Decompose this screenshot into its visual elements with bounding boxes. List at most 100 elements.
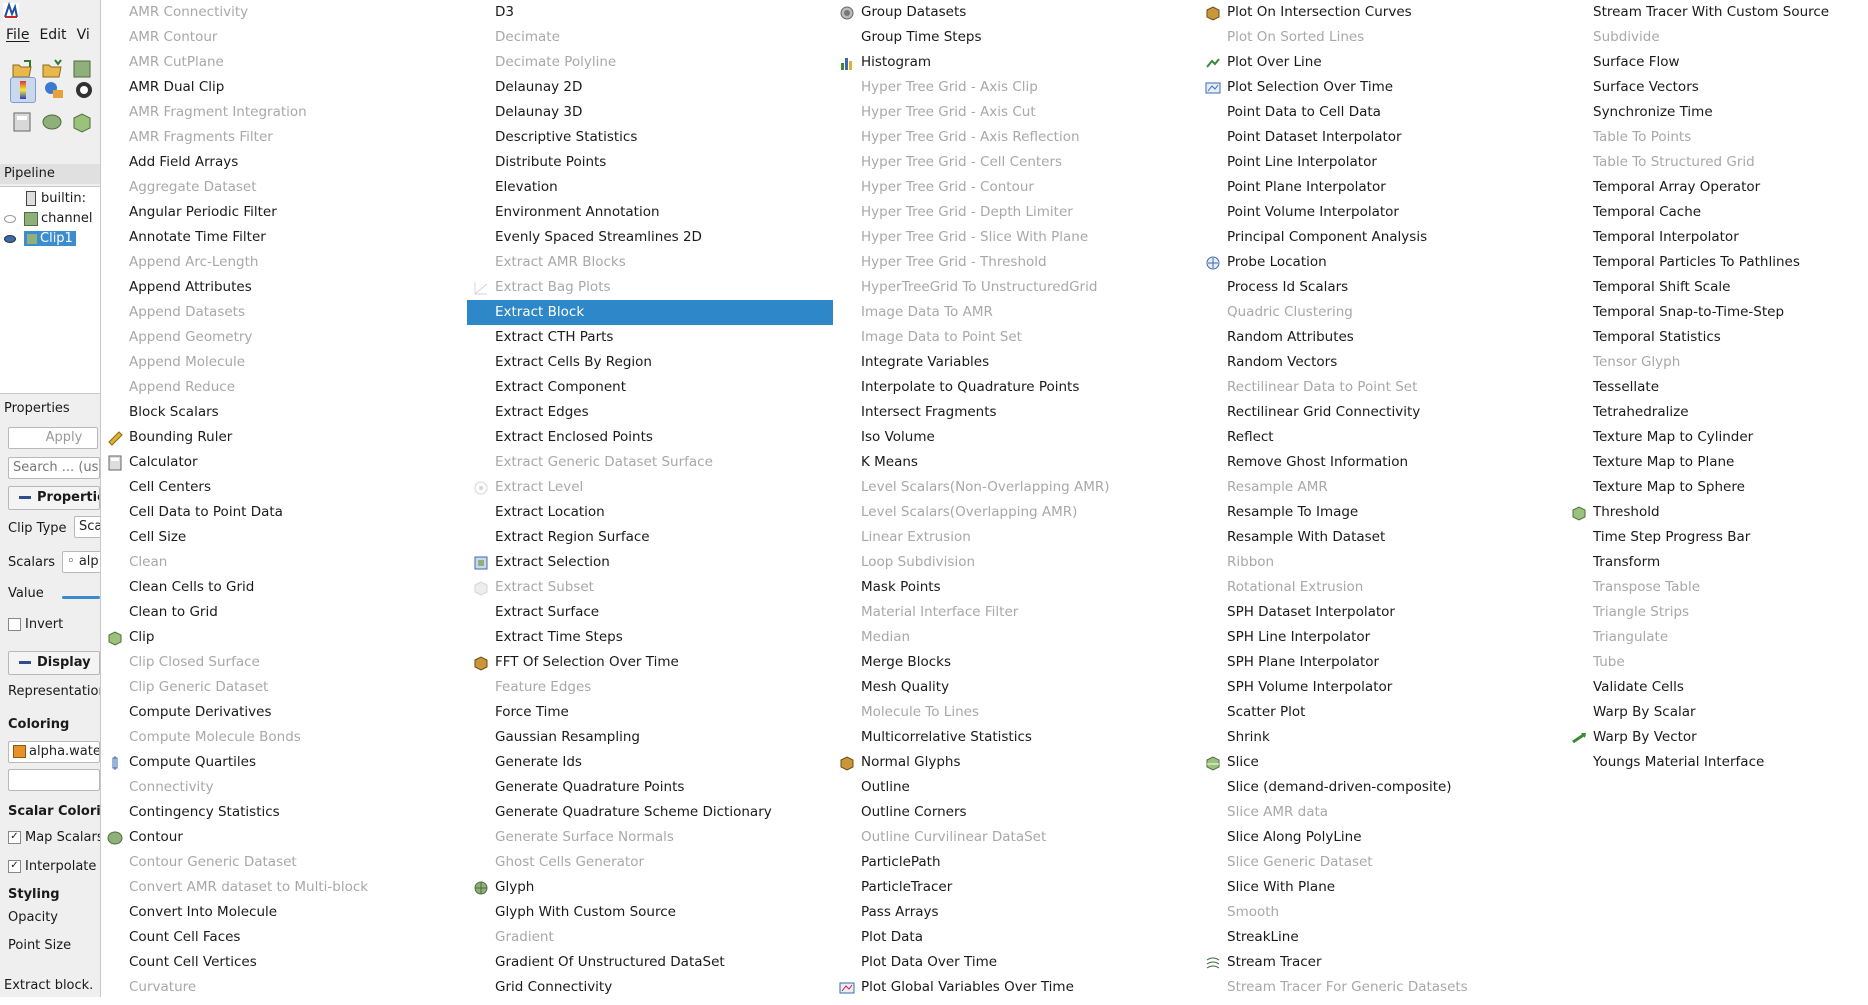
menu-item-group-time-steps[interactable]: Group Time Steps [833,25,1199,50]
pipeline-item-clip1[interactable]: Clip1 [4,229,76,249]
menu-item-extract-time-steps[interactable]: Extract Time Steps [467,625,833,650]
menu-item-generate-ids[interactable]: Generate Ids [467,750,833,775]
menu-item-extract-enclosed-points[interactable]: Extract Enclosed Points [467,425,833,450]
menu-item-count-cell-vertices[interactable]: Count Cell Vertices [101,950,467,975]
menu-item-d3[interactable]: D3 [467,0,833,25]
menu-item-remove-ghost-information[interactable]: Remove Ghost Information [1199,450,1565,475]
menu-view[interactable]: Vi [77,27,90,43]
pipeline-item-builtin[interactable]: builtin: [26,189,86,209]
menu-item-temporal-statistics[interactable]: Temporal Statistics [1565,325,1868,350]
menu-item-sph-volume-interpolator[interactable]: SPH Volume Interpolator [1199,675,1565,700]
menu-item-compute-quartiles[interactable]: Compute Quartiles [101,750,467,775]
interpolate-checkbox[interactable]: ✓ Interpolate [8,859,96,874]
menu-item-environment-annotation[interactable]: Environment Annotation [467,200,833,225]
menu-item-fft-of-selection-over-time[interactable]: FFT Of Selection Over Time [467,650,833,675]
menu-item-resample-with-dataset[interactable]: Resample With Dataset [1199,525,1565,550]
menu-item-streakline[interactable]: StreakLine [1199,925,1565,950]
menu-item-slice-with-plane[interactable]: Slice With Plane [1199,875,1565,900]
menu-item-extract-edges[interactable]: Extract Edges [467,400,833,425]
menu-item-point-data-to-cell-data[interactable]: Point Data to Cell Data [1199,100,1565,125]
menu-item-contingency-statistics[interactable]: Contingency Statistics [101,800,467,825]
menu-item-mesh-quality[interactable]: Mesh Quality [833,675,1199,700]
menu-item-synchronize-time[interactable]: Synchronize Time [1565,100,1868,125]
menu-item-tetrahedralize[interactable]: Tetrahedralize [1565,400,1868,425]
menu-item-plot-over-line[interactable]: Plot Over Line [1199,50,1565,75]
menu-item-plot-selection-over-time[interactable]: Plot Selection Over Time [1199,75,1565,100]
menu-item-extract-component[interactable]: Extract Component [467,375,833,400]
menu-item-temporal-array-operator[interactable]: Temporal Array Operator [1565,175,1868,200]
menu-item-warp-by-vector[interactable]: Warp By Vector [1565,725,1868,750]
invert-checkbox[interactable]: Invert [8,617,63,632]
display-section[interactable]: Display [8,651,100,675]
menu-item-evenly-spaced-streamlines-2d[interactable]: Evenly Spaced Streamlines 2D [467,225,833,250]
scalars-select[interactable]: ◦ alp [62,551,100,573]
menu-item-elevation[interactable]: Elevation [467,175,833,200]
menu-item-clean-cells-to-grid[interactable]: Clean Cells to Grid [101,575,467,600]
menu-item-gradient-of-unstructured-dataset[interactable]: Gradient Of Unstructured DataSet [467,950,833,975]
menu-item-extract-region-surface[interactable]: Extract Region Surface [467,525,833,550]
menu-item-temporal-particles-to-pathlines[interactable]: Temporal Particles To Pathlines [1565,250,1868,275]
reset-range-icon[interactable] [42,78,66,102]
menu-item-principal-component-analysis[interactable]: Principal Component Analysis [1199,225,1565,250]
menu-item-merge-blocks[interactable]: Merge Blocks [833,650,1199,675]
rescale-icon[interactable] [72,78,96,102]
menu-item-texture-map-to-sphere[interactable]: Texture Map to Sphere [1565,475,1868,500]
menu-item-stream-tracer-with-custom-source[interactable]: Stream Tracer With Custom Source [1565,0,1868,25]
menu-item-texture-map-to-cylinder[interactable]: Texture Map to Cylinder [1565,425,1868,450]
menu-item-k-means[interactable]: K Means [833,450,1199,475]
menu-item-threshold[interactable]: Threshold [1565,500,1868,525]
menu-item-point-dataset-interpolator[interactable]: Point Dataset Interpolator [1199,125,1565,150]
coloring-component-select[interactable] [8,769,100,791]
menu-item-scatter-plot[interactable]: Scatter Plot [1199,700,1565,725]
menu-item-random-vectors[interactable]: Random Vectors [1199,350,1565,375]
menu-item-reflect[interactable]: Reflect [1199,425,1565,450]
menu-item-time-step-progress-bar[interactable]: Time Step Progress Bar [1565,525,1868,550]
menu-item-plot-data-over-time[interactable]: Plot Data Over Time [833,950,1199,975]
menu-item-glyph[interactable]: Glyph [467,875,833,900]
menu-item-add-field-arrays[interactable]: Add Field Arrays [101,150,467,175]
menu-item-extract-selection[interactable]: Extract Selection [467,550,833,575]
menu-item-cell-centers[interactable]: Cell Centers [101,475,467,500]
menu-item-particlepath[interactable]: ParticlePath [833,850,1199,875]
menu-item-probe-location[interactable]: Probe Location [1199,250,1565,275]
menu-item-tessellate[interactable]: Tessellate [1565,375,1868,400]
menu-item-point-line-interpolator[interactable]: Point Line Interpolator [1199,150,1565,175]
menu-item-cell-data-to-point-data[interactable]: Cell Data to Point Data [101,500,467,525]
pipeline-item-channel[interactable]: channel [4,209,92,229]
properties-section[interactable]: Properties [8,486,100,510]
menu-edit[interactable]: Edit [39,27,66,43]
properties-search-input[interactable]: Search ... (use [8,457,100,479]
visibility-on-icon[interactable] [4,234,16,243]
clip-toolbar-icon[interactable] [70,110,94,134]
menu-item-temporal-snap-to-time-step[interactable]: Temporal Snap-to-Time-Step [1565,300,1868,325]
menu-item-clean-to-grid[interactable]: Clean to Grid [101,600,467,625]
menu-item-append-attributes[interactable]: Append Attributes [101,275,467,300]
menu-item-stream-tracer[interactable]: Stream Tracer [1199,950,1565,975]
menu-item-surface-flow[interactable]: Surface Flow [1565,50,1868,75]
menu-item-youngs-material-interface[interactable]: Youngs Material Interface [1565,750,1868,775]
menu-item-process-id-scalars[interactable]: Process Id Scalars [1199,275,1565,300]
menu-item-annotate-time-filter[interactable]: Annotate Time Filter [101,225,467,250]
menu-item-descriptive-statistics[interactable]: Descriptive Statistics [467,125,833,150]
menu-item-temporal-interpolator[interactable]: Temporal Interpolator [1565,225,1868,250]
menu-item-gaussian-resampling[interactable]: Gaussian Resampling [467,725,833,750]
menu-item-mask-points[interactable]: Mask Points [833,575,1199,600]
contour-toolbar-icon[interactable] [40,110,64,134]
coloring-select[interactable]: alpha.wate [8,741,100,763]
menu-item-extract-location[interactable]: Extract Location [467,500,833,525]
menu-item-sph-plane-interpolator[interactable]: SPH Plane Interpolator [1199,650,1565,675]
menu-item-particletracer[interactable]: ParticleTracer [833,875,1199,900]
menu-item-block-scalars[interactable]: Block Scalars [101,400,467,425]
menu-item-extract-block[interactable]: Extract Block [467,300,833,325]
apply-button[interactable]: Apply [8,427,98,449]
menu-item-rectilinear-grid-connectivity[interactable]: Rectilinear Grid Connectivity [1199,400,1565,425]
menu-item-calculator[interactable]: Calculator [101,450,467,475]
menu-item-compute-derivatives[interactable]: Compute Derivatives [101,700,467,725]
menu-item-extract-surface[interactable]: Extract Surface [467,600,833,625]
menu-item-intersect-fragments[interactable]: Intersect Fragments [833,400,1199,425]
menu-file[interactable]: File [6,27,29,43]
menu-item-temporal-cache[interactable]: Temporal Cache [1565,200,1868,225]
menu-item-outline-corners[interactable]: Outline Corners [833,800,1199,825]
menu-item-surface-vectors[interactable]: Surface Vectors [1565,75,1868,100]
menu-item-amr-dual-clip[interactable]: AMR Dual Clip [101,75,467,100]
